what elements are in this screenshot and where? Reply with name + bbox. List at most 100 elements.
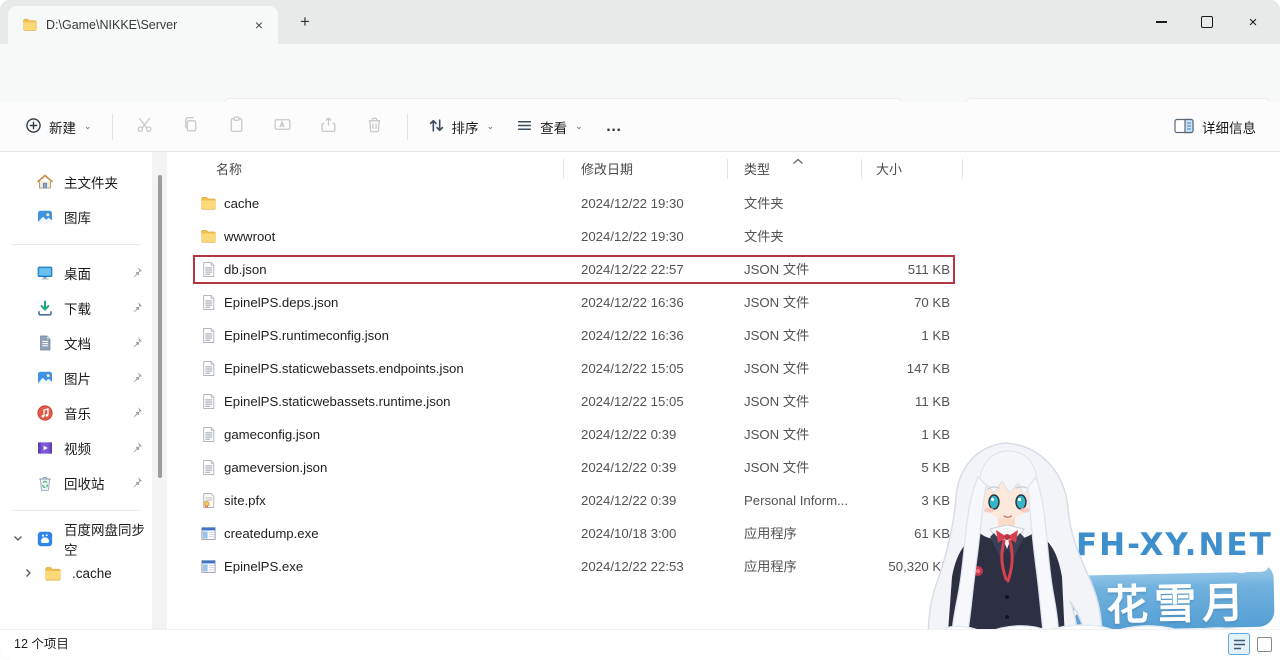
file-date: 2024/12/22 16:36 <box>581 319 684 352</box>
file-row[interactable]: cache2024/12/22 19:30文件夹 <box>180 187 1280 220</box>
file-name: EpinelPS.staticwebassets.endpoints.json <box>224 352 464 385</box>
column-header-type[interactable]: 类型 <box>744 159 770 178</box>
folder-icon <box>200 195 217 212</box>
pin-icon <box>131 441 143 453</box>
sidebar-item-label: .cache <box>72 566 112 581</box>
file-date: 2024/12/22 22:57 <box>581 253 684 286</box>
maximize-button[interactable] <box>1184 0 1230 44</box>
sidebar-item-label: 百度网盘同步空 <box>64 519 152 559</box>
column-header-name[interactable]: 名称 <box>216 159 242 178</box>
file-date: 2024/12/22 0:39 <box>581 451 676 484</box>
column-divider[interactable] <box>563 159 564 179</box>
sidebar-item-downloads[interactable]: 下载 <box>0 290 152 325</box>
file-date: 2024/12/22 16:36 <box>581 286 684 319</box>
chevron-down-icon[interactable] <box>12 531 24 545</box>
file-list: 名称 修改日期 类型 大小 cache2024/12/22 19:30文件夹ww… <box>180 152 1280 630</box>
view-button[interactable]: 查看 ⌄ <box>505 110 594 144</box>
new-tab-button[interactable]: + <box>292 11 318 33</box>
file-row[interactable]: site.pfx2024/12/22 0:39Personal Inform..… <box>180 484 1280 517</box>
large-icons-view-toggle[interactable] <box>1257 637 1272 652</box>
json-file-icon <box>200 327 217 344</box>
sidebar-item-documents[interactable]: 文档 <box>0 325 152 360</box>
plus-circle-icon <box>25 117 42 137</box>
file-row[interactable]: EpinelPS.exe2024/12/22 22:53应用程序50,320 K… <box>180 550 1280 583</box>
file-name: EpinelPS.runtimeconfig.json <box>224 319 389 352</box>
status-bar: 12 个项目 <box>0 629 1280 660</box>
file-row[interactable]: db.json2024/12/22 22:57JSON 文件511 KB <box>180 253 1280 286</box>
copy-icon <box>181 115 200 139</box>
file-row[interactable]: EpinelPS.staticwebassets.runtime.json202… <box>180 385 1280 418</box>
file-name: createdump.exe <box>224 517 319 550</box>
file-size: 11 KB <box>800 385 950 418</box>
file-row[interactable]: EpinelPS.staticwebassets.endpoints.json 2… <box>180 352 1280 385</box>
column-header-date[interactable]: 修改日期 <box>581 159 633 178</box>
sidebar-item-label: 桌面 <box>64 263 91 283</box>
file-row[interactable]: gameconfig.json2024/12/22 0:39JSON 文件1 K… <box>180 418 1280 451</box>
sidebar-item-recycle-bin[interactable]: 回收站 <box>0 465 152 500</box>
folder-icon <box>200 228 217 245</box>
scrollbar-thumb[interactable] <box>158 175 162 478</box>
chevron-down-icon: ⌄ <box>487 121 495 132</box>
file-date: 2024/12/22 22:53 <box>581 550 684 583</box>
sidebar-item-desktop[interactable]: 桌面 <box>0 255 152 290</box>
file-row[interactable]: createdump.exe2024/10/18 3:00应用程序61 KB <box>180 517 1280 550</box>
file-type: 文件夹 <box>744 187 784 220</box>
file-row[interactable]: gameversion.json2024/12/22 0:39JSON 文件5 … <box>180 451 1280 484</box>
minimize-button[interactable] <box>1138 0 1184 44</box>
file-row[interactable]: wwwroot2024/12/22 19:30文件夹 <box>180 220 1280 253</box>
file-date: 2024/10/18 3:00 <box>581 517 676 550</box>
share-icon <box>319 115 338 139</box>
app-icon <box>200 525 217 542</box>
sort-ascending-icon <box>792 152 804 170</box>
sort-arrows-icon <box>428 117 445 137</box>
sidebar-scrollbar[interactable] <box>152 152 167 630</box>
file-date: 2024/12/22 0:39 <box>581 418 676 451</box>
column-divider[interactable] <box>962 159 963 179</box>
app-icon <box>200 558 217 575</box>
details-pane-icon <box>1174 118 1194 137</box>
file-name: EpinelPS.deps.json <box>224 286 338 319</box>
json-file-icon <box>200 459 217 476</box>
file-size: 1 KB <box>800 418 950 451</box>
sidebar-item-home[interactable]: 主文件夹 <box>0 164 152 199</box>
sidebar-item-cache[interactable]: .cache <box>0 556 152 591</box>
toolbar-divider <box>112 114 113 140</box>
details-pane-button[interactable]: 详细信息 <box>1166 110 1264 144</box>
copy-button-disabled <box>168 110 214 144</box>
more-options-button[interactable]: … <box>594 118 636 136</box>
tab-close-icon[interactable]: × <box>248 15 270 35</box>
column-divider[interactable] <box>727 159 728 179</box>
column-header-size[interactable]: 大小 <box>876 159 902 178</box>
sidebar-item-music[interactable]: 音乐 <box>0 395 152 430</box>
file-name: site.pfx <box>224 484 266 517</box>
chevron-right-icon[interactable] <box>22 566 34 580</box>
folder-icon <box>22 17 38 33</box>
home-icon <box>36 173 54 191</box>
recycle-bin-icon <box>36 474 54 492</box>
file-date: 2024/12/22 15:05 <box>581 352 684 385</box>
file-row[interactable]: EpinelPS.runtimeconfig.json 2024/12/22 16… <box>180 319 1280 352</box>
explorer-tab[interactable]: D:\Game\NIKKE\Server × <box>8 6 278 44</box>
sidebar-item-pictures[interactable]: 图片 <box>0 360 152 395</box>
sidebar-item-baidu-sync[interactable]: 百度网盘同步空 <box>0 521 152 556</box>
file-name: gameversion.json <box>224 451 327 484</box>
column-divider[interactable] <box>861 159 862 179</box>
new-button[interactable]: 新建 ⌄ <box>14 110 103 144</box>
sidebar-item-label: 音乐 <box>64 403 91 423</box>
sidebar-item-gallery[interactable]: 图库 <box>0 199 152 234</box>
sidebar-item-videos[interactable]: 视频 <box>0 430 152 465</box>
videos-icon <box>36 439 54 457</box>
sort-button-label: 排序 <box>452 117 479 137</box>
paste-button-disabled <box>214 110 260 144</box>
file-type: 应用程序 <box>744 517 797 550</box>
items-count: 12 个项目 <box>14 630 69 659</box>
close-button[interactable]: × <box>1230 0 1276 44</box>
toolbar: 新建 ⌄ 排序 ⌄ 查看 ⌄ … 详细信息 <box>0 102 1280 152</box>
baidu-netdisk-icon <box>36 530 54 548</box>
tab-title: D:\Game\NIKKE\Server <box>46 18 248 32</box>
close-icon: × <box>1249 15 1258 30</box>
file-row[interactable]: EpinelPS.deps.json2024/12/22 16:36JSON 文… <box>180 286 1280 319</box>
sort-button[interactable]: 排序 ⌄ <box>417 110 506 144</box>
details-view-toggle[interactable] <box>1228 633 1250 655</box>
pin-icon <box>131 406 143 418</box>
